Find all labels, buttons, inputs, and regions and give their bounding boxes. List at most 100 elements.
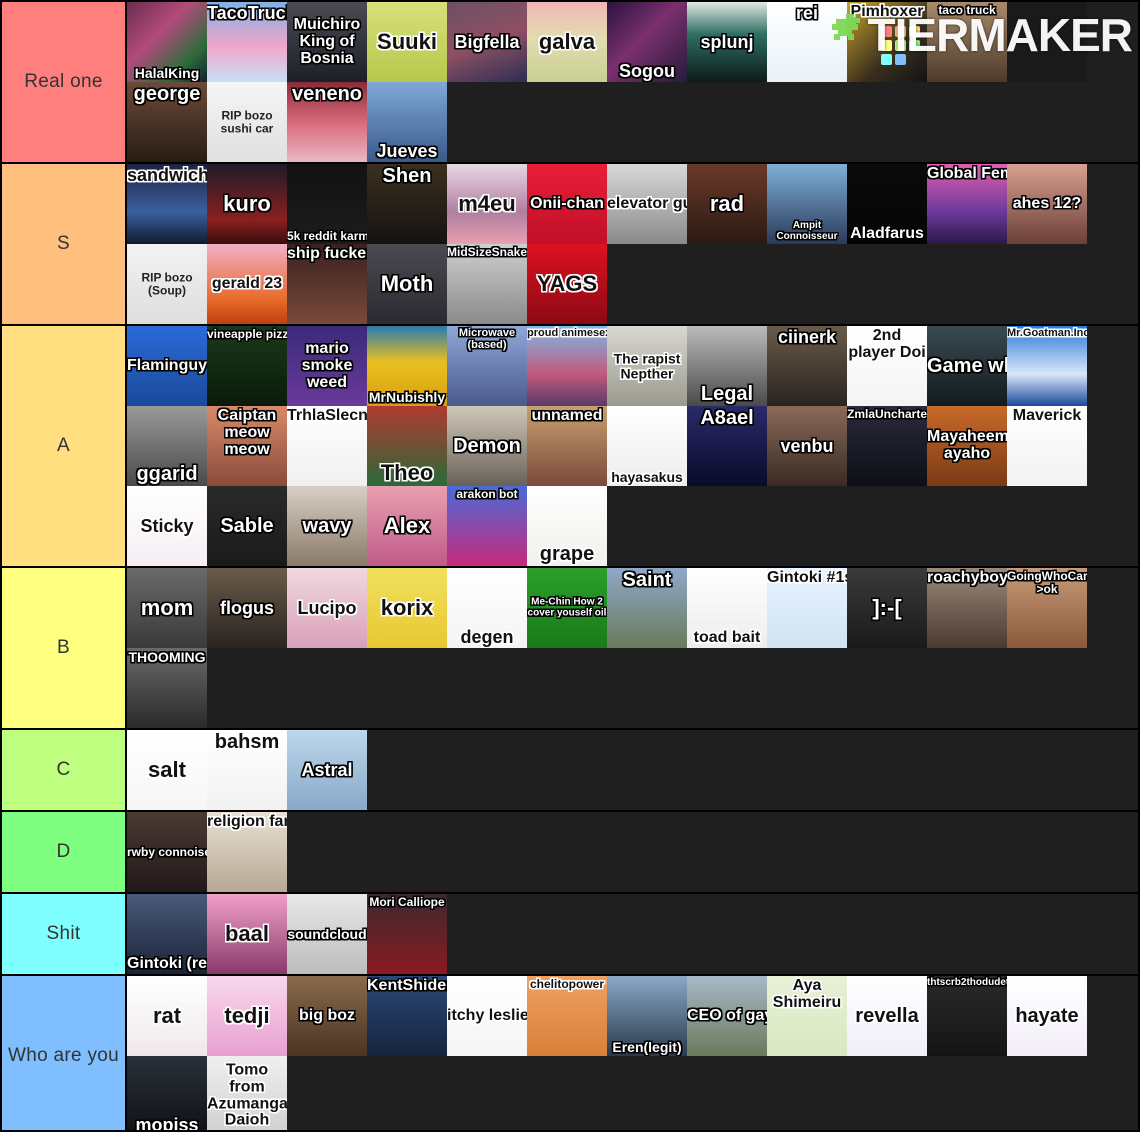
tier-item[interactable]: Jueves (367, 82, 447, 162)
tier-label-a[interactable]: A (2, 326, 127, 566)
tier-item[interactable]: Mayaheem ayaho (927, 406, 1007, 486)
tier-item[interactable]: ZmlaUncharted (847, 406, 927, 486)
tier-item[interactable]: salt (127, 730, 207, 810)
tier-item[interactable]: Ampit Connoisseur (767, 164, 847, 244)
tier-item[interactable]: ciinerk (767, 326, 847, 406)
tier-item[interactable]: korix (367, 568, 447, 648)
tier-item[interactable]: Global Femboy (927, 164, 1007, 244)
tier-label-real-one[interactable]: Real one (2, 2, 127, 162)
tier-item[interactable]: arakon bot (447, 486, 527, 566)
tier-item[interactable]: Flaminguy (127, 326, 207, 406)
tier-label-s[interactable]: S (2, 164, 127, 324)
tier-item[interactable]: rwby connoiseur (127, 812, 207, 892)
tier-item[interactable]: Gintoki #1simp (767, 568, 847, 648)
tier-item[interactable]: Shen (367, 164, 447, 244)
tier-item[interactable]: hayasakus (607, 406, 687, 486)
tier-label-c[interactable]: C (2, 730, 127, 810)
tier-item[interactable]: thtscrb2thodudette (927, 976, 1007, 1056)
tier-item[interactable]: m4eu (447, 164, 527, 244)
tier-item[interactable]: galva (527, 2, 607, 82)
tier-item[interactable]: Demon (447, 406, 527, 486)
tier-item[interactable]: hayate (1007, 976, 1087, 1056)
tier-item[interactable]: wavy (287, 486, 367, 566)
tier-item[interactable]: splunj (687, 2, 767, 82)
tier-item[interactable]: ggarid (127, 406, 207, 486)
tier-item[interactable]: Eren(legit) (607, 976, 687, 1056)
tier-item[interactable]: roachyboy69 (927, 568, 1007, 648)
tier-item[interactable]: Alex (367, 486, 447, 566)
tier-item[interactable]: TrhlaSlecna (287, 406, 367, 486)
tier-item[interactable]: MrNubishly (367, 326, 447, 406)
tier-item[interactable]: ship fucker (287, 244, 367, 324)
tier-item[interactable]: Caiptan meow meow (207, 406, 287, 486)
tier-item[interactable]: flogus (207, 568, 287, 648)
tier-item[interactable]: THOOMING (127, 648, 207, 728)
tier-item[interactable]: itchy leslie (447, 976, 527, 1056)
tier-item[interactable]: ]:-[ (847, 568, 927, 648)
tier-label-d[interactable]: D (2, 812, 127, 892)
tier-item[interactable]: Game when th (927, 326, 1007, 406)
tier-item[interactable]: soundcloud (287, 894, 367, 974)
tier-item[interactable]: HalalKing (127, 2, 207, 82)
tier-item[interactable]: big boz (287, 976, 367, 1056)
tier-item[interactable]: Sogou (607, 2, 687, 82)
tier-item[interactable]: kuro (207, 164, 287, 244)
tier-item[interactable]: Suuki (367, 2, 447, 82)
tier-item[interactable]: ahes 12? (1007, 164, 1087, 244)
tier-item[interactable]: baal (207, 894, 287, 974)
tier-item[interactable]: rat (127, 976, 207, 1056)
tier-item[interactable]: sandwich (127, 164, 207, 244)
tier-item[interactable]: RIP bozo (Soup) (127, 244, 207, 324)
tier-item[interactable]: Theo (367, 406, 447, 486)
tier-item[interactable]: Mr.Goatman.Inc (1007, 326, 1087, 406)
tier-label-who-are-you[interactable]: Who are you (2, 976, 127, 1130)
tier-item[interactable]: Pimhoxer (847, 2, 927, 82)
tier-item[interactable]: grape (527, 486, 607, 566)
tier-item[interactable]: veneno (287, 82, 367, 162)
tier-item[interactable]: Muichiro King of Bosnia (287, 2, 367, 82)
tier-item[interactable]: Saint (607, 568, 687, 648)
tier-item[interactable]: taco truck (927, 2, 1007, 82)
tier-item[interactable]: vineapple pizza (207, 326, 287, 406)
tier-label-shit[interactable]: Shit (2, 894, 127, 974)
tier-item[interactable]: TacoTruck (207, 2, 287, 82)
tier-item[interactable]: Astral (287, 730, 367, 810)
tier-item[interactable]: rad (687, 164, 767, 244)
tier-item[interactable]: mopiss (127, 1056, 207, 1130)
tier-item[interactable]: Microwave (based) (447, 326, 527, 406)
tier-item[interactable]: bahsm (207, 730, 287, 810)
tier-item[interactable]: revella (847, 976, 927, 1056)
tier-item[interactable]: MidSizeSnake (447, 244, 527, 324)
tier-item[interactable]: rei (767, 2, 847, 82)
tier-item[interactable]: Maverick (1007, 406, 1087, 486)
tier-item[interactable]: Lucipo (287, 568, 367, 648)
tier-item[interactable]: RIP bozo sushi car (207, 82, 287, 162)
tier-item[interactable]: Sable (207, 486, 287, 566)
tier-item[interactable]: 5k reddit karma (287, 164, 367, 244)
tier-item[interactable]: mario smoke weed (287, 326, 367, 406)
tier-item[interactable]: Me-Chin How 2 cover youself oil (527, 568, 607, 648)
tier-label-b[interactable]: B (2, 568, 127, 728)
tier-item[interactable]: chelitopower (527, 976, 607, 1056)
tier-item[interactable]: Aya Shimeiru (767, 976, 847, 1056)
tier-item[interactable]: venbu (767, 406, 847, 486)
tier-item[interactable]: Onii-chan (527, 164, 607, 244)
tier-item[interactable]: elevator guy (607, 164, 687, 244)
tier-item[interactable]: Mori Calliope (367, 894, 447, 974)
tier-item[interactable]: Legal (687, 326, 767, 406)
tier-item[interactable]: Tomo from Azumanga Daioh (207, 1056, 287, 1130)
tier-item[interactable]: unnamed (527, 406, 607, 486)
tier-item[interactable]: degen (447, 568, 527, 648)
tier-item[interactable]: GoingWhoCares >ok (1007, 568, 1087, 648)
tier-item[interactable]: mom (127, 568, 207, 648)
tier-item[interactable]: YAGS (527, 244, 607, 324)
tier-item[interactable]: KentShiden (367, 976, 447, 1056)
tier-item[interactable]: Gintoki (retard) (127, 894, 207, 974)
tier-item[interactable]: A8ael (687, 406, 767, 486)
tier-item[interactable] (1007, 2, 1087, 82)
tier-item[interactable]: The rapist Nepther (607, 326, 687, 406)
tier-item[interactable]: Sticky (127, 486, 207, 566)
tier-item[interactable]: Moth (367, 244, 447, 324)
tier-item[interactable]: toad bait (687, 568, 767, 648)
tier-item[interactable]: 2nd player Doi (847, 326, 927, 406)
